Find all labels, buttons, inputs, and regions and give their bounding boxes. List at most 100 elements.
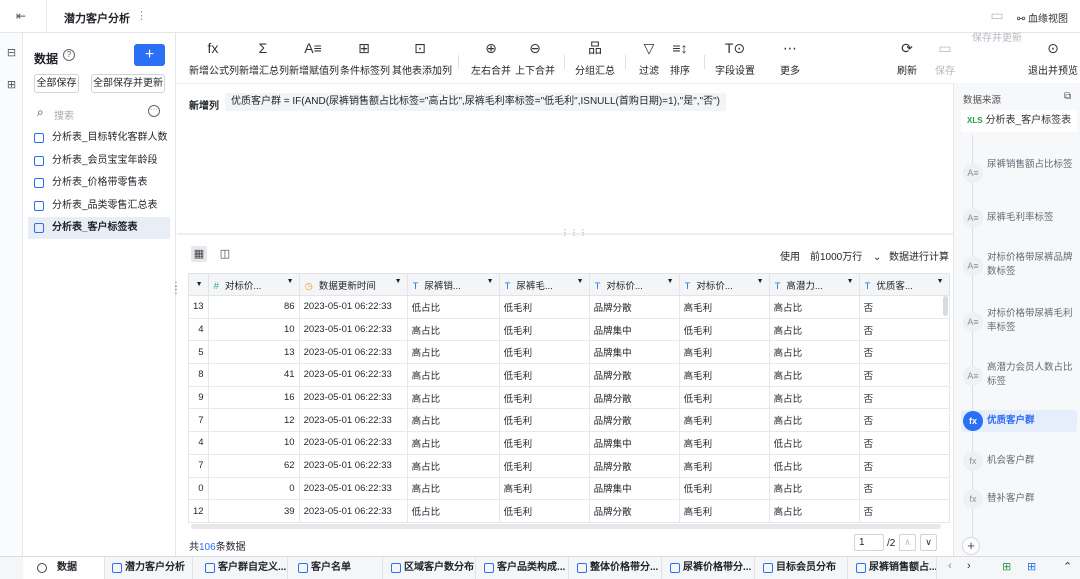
tab-sheet[interactable]: 客户品类构成... (479, 557, 569, 579)
dropdown-icon[interactable]: ▼ (757, 278, 764, 285)
tab-sheet[interactable]: 客户名单 (293, 557, 383, 579)
next-page-icon[interactable]: ∨ (920, 534, 937, 551)
card-view-icon[interactable]: ◫ (217, 246, 233, 262)
step-item[interactable]: fx 替补客户群 (961, 489, 1077, 509)
condition-tag-column-button[interactable]: ⊞ 条件标签列 (340, 39, 390, 77)
table-row[interactable]: 12 39 2023-05-01 06:22:33 低占比 低毛利 品牌分散 高毛利 高占比否 (188, 499, 950, 523)
table-item-selected[interactable]: 分析表_客户标签表 (28, 217, 170, 239)
step-item[interactable]: A≡ 尿裤毛利率标签 (961, 208, 1077, 228)
save-all-button[interactable]: 全部保存 (34, 74, 79, 93)
assign-icon: A≡ (963, 163, 983, 183)
add-table-button[interactable]: + (134, 44, 165, 66)
step-item[interactable]: A≡ 高潜力会员人数占比标签 (961, 359, 1077, 393)
dropdown-icon[interactable]: ▼ (395, 278, 402, 285)
tab-sheet[interactable]: 尿裤销售额占... (851, 557, 937, 579)
add-formula-column-button[interactable]: fx 新增公式列 (189, 39, 239, 77)
tab-sheet[interactable]: 整体价格带分... (572, 557, 662, 579)
more-button[interactable]: ⋯ 更多 (773, 39, 807, 77)
tab-sheet[interactable]: 潜力客户分析 (107, 557, 193, 579)
column-header[interactable]: T 尿裤毛... ▼ (498, 273, 590, 296)
save-update-all-button[interactable]: 全部保存并更新 (91, 74, 165, 93)
column-header[interactable]: ▼ (188, 273, 209, 296)
exit-icon[interactable]: ⇤ (16, 9, 32, 23)
column-header[interactable]: # 对标价... ▼ (207, 273, 300, 296)
save-button[interactable]: ▭ 保存 (929, 39, 961, 77)
calc-button[interactable]: 数据进行计算 (889, 248, 949, 263)
source-table[interactable]: XLS 分析表_客户标签表 (961, 110, 1077, 132)
table-cell: 高占比 (768, 340, 860, 365)
column-header[interactable]: ◷ 数据更新时间 ▼ (298, 273, 408, 296)
add-step-button[interactable]: + (962, 537, 980, 555)
search-input[interactable]: ⌕ 搜索 (34, 103, 154, 123)
row-limit-select[interactable]: 前1000万行 ⌄ (810, 248, 881, 263)
dropdown-icon[interactable]: ▼ (847, 278, 854, 285)
prev-page-icon[interactable]: ∧ (899, 534, 916, 551)
dropdown-icon[interactable]: ▼ (937, 278, 944, 285)
dropdown-icon[interactable]: ▼ (577, 278, 584, 285)
grid-view-icon[interactable]: ▦ (191, 246, 207, 262)
field-settings-button[interactable]: T⊙ 字段设置 (712, 39, 758, 77)
exit-preview-button[interactable]: ⊙ 退出并预览 (1027, 39, 1079, 77)
horizontal-scrollbar[interactable] (191, 524, 941, 529)
tab-sheet[interactable]: 区域客户数分布 (386, 557, 476, 579)
table-row[interactable]: 9 16 2023-05-01 06:22:33 高占比 低毛利 品牌分散 低毛利 高占比否 (188, 385, 950, 410)
tab-sheet[interactable]: 尿裤价格带分... (665, 557, 755, 579)
add-assign-column-button[interactable]: A≡ 新增赋值列 (289, 39, 339, 77)
table-row[interactable]: 4 10 2023-05-01 06:22:33 高占比 低毛利 品牌集中 高毛利 低占比否 (188, 431, 950, 455)
more-options-icon[interactable]: ··· (148, 105, 160, 117)
more-menu-icon[interactable]: ⋮ (136, 9, 147, 22)
tab-sheet[interactable]: 客户群自定义... (200, 557, 288, 579)
tab-sheet[interactable]: 目标会员分布 (758, 557, 848, 579)
dropdown-icon[interactable]: ▼ (287, 278, 294, 285)
vertical-scrollbar[interactable] (943, 296, 948, 316)
dropdown-icon[interactable]: ▼ (487, 278, 494, 285)
refresh-button[interactable]: ⟳ 刷新 (891, 39, 923, 77)
table-row[interactable]: 13 86 2023-05-01 06:22:33 低占比 低毛利 品牌分散 高毛利 高占比否 (188, 295, 950, 319)
filter-button[interactable]: ▽ 过滤 (632, 39, 666, 77)
data-icon[interactable]: ⊟ (5, 46, 18, 59)
chevron-right-icon[interactable]: › (967, 560, 971, 572)
group-summary-button[interactable]: 品分组汇总 (573, 39, 617, 77)
table-item[interactable]: 分析表_会员宝宝年龄段 (28, 150, 170, 172)
table-item[interactable]: 分析表_目标转化客群人数 (28, 127, 170, 149)
step-item-active[interactable]: fx 优质客户群 (961, 410, 1077, 432)
step-item[interactable]: A≡ 对标价格带尿裤毛利率标签 (961, 305, 1077, 339)
step-item[interactable]: A≡ 对标价格带尿裤品牌数标签 (961, 249, 1077, 283)
table-row[interactable]: 8 41 2023-05-01 06:22:33 高占比 低毛利 品牌分散 高毛利 高占比否 (188, 363, 950, 387)
relation-icon[interactable]: ⊞ (5, 78, 18, 91)
column-header[interactable]: T 高潜力... ▼ (768, 273, 860, 296)
assign-icon: A≡ (304, 40, 322, 56)
step-item[interactable]: fx 机会客户群 (961, 451, 1077, 471)
table-row[interactable]: 5 13 2023-05-01 06:22:33 高占比 低毛利 品牌集中 高毛利 高占比否 (188, 340, 950, 365)
panel-splitter[interactable]: ⋮⋮⋮ (177, 228, 953, 237)
tab-data[interactable]: 数据 (23, 557, 105, 579)
join-button[interactable]: ⊕ 左右合并 (469, 39, 513, 77)
drag-handle-icon[interactable]: ⋮ ⋮ (171, 282, 181, 296)
page-input[interactable]: 1 (854, 534, 884, 551)
add-column-from-table-button[interactable]: ⊡ 其他表添加列 (392, 39, 452, 77)
save-update-button[interactable]: ▭ 保存并更新 (969, 6, 1025, 44)
add-sheet-icon[interactable]: ⊞ (1002, 560, 1011, 573)
table-item[interactable]: 分析表_价格带零售表 (28, 172, 170, 194)
sort-button[interactable]: ≡↕ 排序 (663, 39, 697, 77)
step-item[interactable]: A≡ 尿裤销售额占比标签 (961, 156, 1077, 190)
tool-label: 新增公式列 (189, 66, 239, 77)
column-header[interactable]: T 尿裤销... ▼ (406, 273, 500, 296)
add-component-icon[interactable]: ⊞ (1027, 560, 1036, 573)
table-row[interactable]: 4 10 2023-05-01 06:22:33 高占比 低毛利 品牌集中 低毛利 高占比否 (188, 317, 950, 342)
column-header[interactable]: T 对标价... ▼ (588, 273, 680, 296)
formula-expression[interactable]: 优质客户群 = IF(AND(尿裤销售额占比标签="高占比",尿裤毛利率标签="… (225, 93, 726, 111)
table-item[interactable]: 分析表_品类零售汇总表 (28, 195, 170, 217)
column-header[interactable]: T 对标价... ▼ (678, 273, 770, 296)
dropdown-icon[interactable]: ▼ (667, 278, 674, 285)
collapse-icon[interactable]: ⧉ (1064, 91, 1071, 102)
add-summary-column-button[interactable]: Σ 新增汇总列 (239, 39, 289, 77)
chevron-left-icon[interactable]: ‹ (948, 560, 952, 572)
table-row[interactable]: 7 12 2023-05-01 06:22:33 高占比 低毛利 品牌分散 高毛利 高占比否 (188, 408, 950, 433)
column-header[interactable]: T 优质客... ▼ (858, 273, 950, 296)
expand-up-icon[interactable]: ⌃ (1063, 560, 1072, 573)
union-button[interactable]: ⊖ 上下合并 (513, 39, 557, 77)
help-icon[interactable]: ? (63, 49, 75, 61)
table-row[interactable]: 7 62 2023-05-01 06:22:33 高占比 低毛利 品牌分散 高毛利 低占比否 (188, 453, 950, 478)
table-row[interactable]: 0 0 2023-05-01 06:22:33 高占比 高毛利 品牌集中 低毛利 高占比否 (188, 476, 950, 501)
